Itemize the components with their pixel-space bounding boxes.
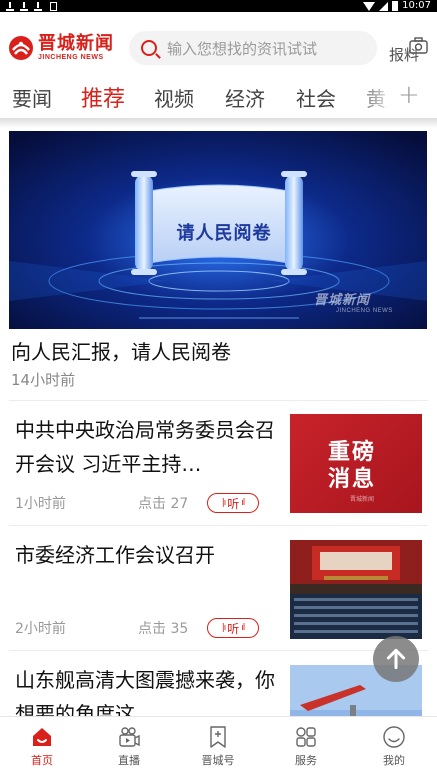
logo-subtitle: JINCHENG NEWS [38,54,104,61]
battery-icon [392,1,399,11]
audio-wave-icon: ıl [241,498,245,508]
wifi-icon [363,1,376,11]
tab-tuijian[interactable]: 推荐 [81,81,125,113]
bottom-nav: 首页 直播 晋城号 服务 我的 [0,716,437,771]
divider [9,650,428,651]
nav-live[interactable]: 直播 [99,725,159,768]
download-icon [20,1,28,11]
app-header: 晋城新闻 JINCHENG NEWS 输入您想找的资讯试试 报料 [0,12,437,74]
article-clicks: 点击 35 [138,621,189,637]
listen-button[interactable]: |ı 听 ıl [207,618,259,638]
grid-icon [296,727,316,747]
article-time: 2小时前 [15,621,66,637]
tab-jingji[interactable]: 经济 [225,83,265,112]
audio-wave-icon: |ı [221,498,226,508]
search-placeholder: 输入您想找的资讯试试 [167,39,318,58]
report-button[interactable]: 报料 [388,36,432,66]
article-thumbnail [290,540,422,639]
app-logo[interactable]: 晋城新闻 JINCHENG NEWS [8,34,114,62]
add-channel-icon[interactable]: + [398,80,420,110]
tab-shehui[interactable]: 社会 [296,83,336,112]
news-feed[interactable]: 请人民阅卷 晋城新闻 JINCHENG NEWS 向人民汇报，请人民阅卷 14小… [0,128,437,716]
divider [9,525,428,526]
nav-profile[interactable]: 我的 [364,725,424,768]
article-time: 1小时前 [15,496,66,512]
live-camera-icon [119,727,140,747]
camera-icon [408,36,430,56]
tab-yaowen[interactable]: 要闻 [12,83,52,112]
channel-tabs: 要闻 推荐 视频 经济 社会 黄 + [0,74,437,118]
arrow-up-icon [386,648,406,670]
search-icon [141,40,157,56]
home-icon [33,728,51,746]
listen-button[interactable]: |ı 听 ıl [207,493,259,513]
file-icon [50,1,57,11]
nav-services[interactable]: 服务 [276,725,336,768]
tab-shipin[interactable]: 视频 [154,83,194,112]
back-to-top-button[interactable] [373,636,419,682]
audio-wave-icon: |ı [221,623,226,633]
profile-icon [383,726,405,748]
status-time: 10:07 [402,0,431,11]
banner-image[interactable]: 请人民阅卷 晋城新闻 JINCHENG NEWS [9,131,427,329]
article-title: 市委经济工作会议召开 [15,543,215,567]
status-bar: 10:07 [0,0,437,12]
search-bar[interactable]: 输入您想找的资讯试试 [129,31,377,65]
article-thumbnail: 重磅 消息 晋城新闻 [290,414,422,513]
logo-name: 晋城新闻 [38,33,114,54]
download-icon [6,1,14,11]
article-title: 中共中央政治局常务委员会召开会议 习近平主持… [15,418,275,476]
logo-mark-icon [8,35,34,61]
nav-home[interactable]: 首页 [12,725,72,768]
download-icon [34,1,42,11]
top-story-time: 14小时前 [11,371,76,389]
divider [9,400,428,401]
banner-watermark: 晋城新闻 JINCHENG NEWS [314,293,393,314]
bookmark-plus-icon [210,726,226,748]
article-clicks: 点击 27 [138,496,189,512]
banner-scroll-text: 请人民阅卷 [176,223,272,244]
signal-icon [379,1,389,11]
audio-wave-icon: ıl [241,623,245,633]
nav-jinchenghao[interactable]: 晋城号 [188,725,248,768]
top-story-title[interactable]: 向人民汇报，请人民阅卷 [11,336,231,365]
article-title: 山东舰高清大图震撼来袭，你想要的角度这… [15,668,275,716]
